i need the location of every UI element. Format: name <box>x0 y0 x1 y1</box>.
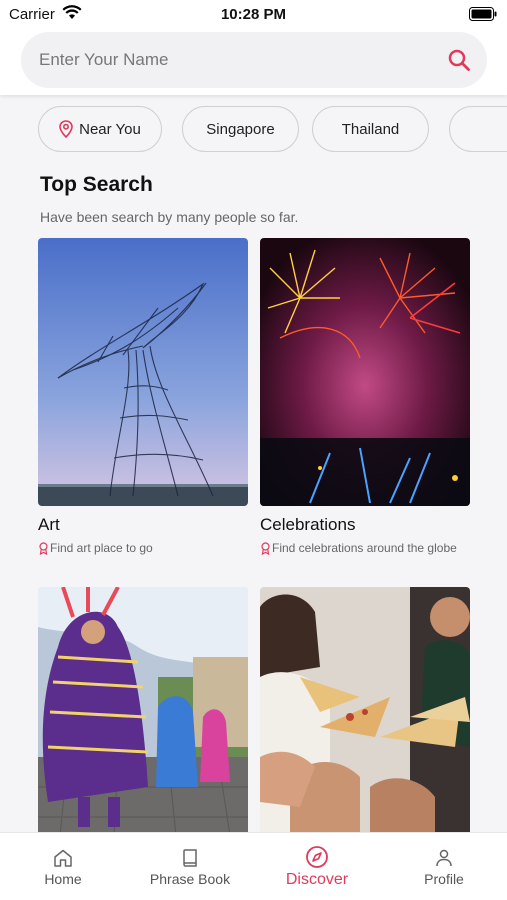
card-desc-text: Find celebrations around the globe <box>272 541 457 555</box>
celebrations-image <box>260 238 470 506</box>
tab-home[interactable]: Home <box>0 833 126 900</box>
battery-icon <box>469 7 497 26</box>
tab-phrase-book[interactable]: Phrase Book <box>127 833 253 900</box>
status-bar: Carrier 10:28 PM <box>0 0 507 30</box>
header <box>0 30 507 95</box>
chip-near-you[interactable]: Near You <box>38 106 162 152</box>
search-icon[interactable] <box>447 48 471 72</box>
chip-singapore[interactable]: Singapore <box>182 106 299 152</box>
card-pizza[interactable] <box>260 587 470 864</box>
award-icon <box>38 541 49 555</box>
chip-label: Near You <box>79 120 141 138</box>
tab-discover[interactable]: Discover <box>254 833 380 900</box>
tab-label: Discover <box>285 871 349 888</box>
search-box <box>21 32 487 88</box>
tab-profile[interactable]: Profile <box>381 833 507 900</box>
card-description: Find art place to go <box>38 541 248 555</box>
tab-label: Phrase Book <box>149 871 231 887</box>
card-description: Find celebrations around the globe <box>260 541 470 555</box>
award-icon <box>260 541 271 555</box>
card-desc-text: Find art place to go <box>50 541 153 555</box>
chip-label: Singapore <box>206 120 275 138</box>
chip-more[interactable] <box>449 106 507 152</box>
chip-label: Thailand <box>341 120 400 138</box>
tab-bar: Home Phrase Book Discover Profile <box>0 832 507 900</box>
card-dancers[interactable] <box>38 587 248 864</box>
chip-thailand[interactable]: Thailand <box>312 106 429 152</box>
card-art[interactable]: Art Find art place to go <box>38 238 248 555</box>
compass-icon <box>254 846 380 869</box>
filter-chips: Near You Singapore Thailand <box>0 106 507 154</box>
card-celebrations[interactable]: Celebrations Find celebrations around th… <box>260 238 470 555</box>
person-icon <box>381 849 507 867</box>
section-subtitle: Have been search by many people so far. <box>40 209 299 225</box>
pizza-image <box>260 587 470 855</box>
section-title: Top Search <box>40 173 153 196</box>
home-icon <box>0 849 126 867</box>
search-input[interactable] <box>39 32 439 88</box>
art-image <box>38 238 248 506</box>
clock: 10:28 PM <box>220 6 287 23</box>
tab-label: Profile <box>424 871 464 887</box>
card-title: Art <box>38 515 60 534</box>
location-pin-icon <box>59 120 73 138</box>
card-title: Celebrations <box>260 515 356 534</box>
dancers-image <box>38 587 248 855</box>
tab-label: Home <box>44 871 82 887</box>
book-icon <box>127 849 253 867</box>
